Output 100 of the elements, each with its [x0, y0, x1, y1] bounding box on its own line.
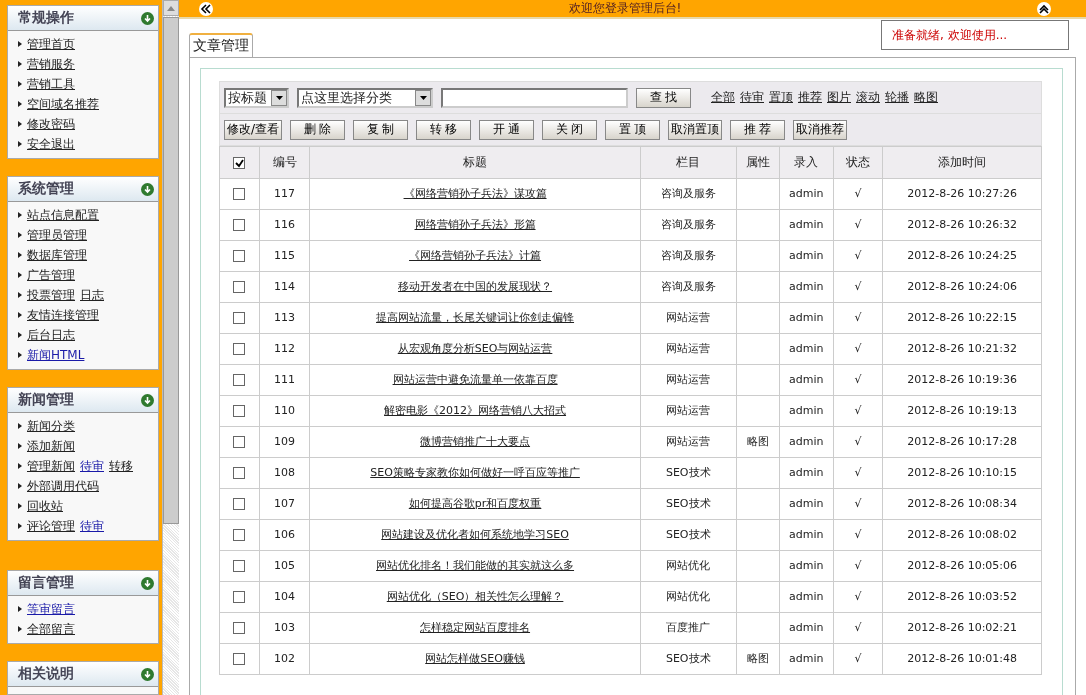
up-arrow-icon[interactable] [167, 5, 175, 11]
article-title-link[interactable]: 移动开发者在中国的发展现状？ [398, 280, 553, 293]
scrollbar[interactable] [162, 0, 179, 695]
table-cell: 网站运营 [666, 342, 711, 355]
row-checkbox[interactable] [233, 529, 246, 541]
filter-link[interactable]: 待审 [740, 89, 764, 106]
table-cell: 111 [274, 373, 296, 386]
filter-link[interactable]: 置顶 [769, 89, 793, 106]
action-button[interactable]: 复 制 [353, 119, 409, 140]
article-title-link[interactable]: 如何提高谷歌pr和百度权重 [408, 497, 542, 510]
sidebar-link[interactable]: 全部留言 [27, 620, 75, 638]
row-checkbox[interactable] [233, 653, 246, 665]
article-title-link[interactable]: 微博营销推广十大要点 [420, 435, 531, 448]
scrollbar-thumb[interactable] [163, 17, 179, 524]
sidebar-link[interactable]: 营销服务 [27, 55, 75, 73]
category-select[interactable]: 点这里选择分类 [297, 87, 433, 108]
filter-link[interactable]: 滚动 [856, 89, 880, 106]
article-title-link[interactable]: 怎样稳定网站百度排名 [420, 621, 531, 634]
dropdown-arrow-icon[interactable] [419, 95, 427, 100]
select-all-checkbox[interactable] [233, 157, 246, 169]
filter-link[interactable]: 图片 [827, 89, 851, 106]
filter-link[interactable]: 全部 [711, 89, 735, 106]
tab[interactable]: 文章管理 [189, 33, 253, 57]
collapse-icon[interactable] [1037, 1, 1051, 16]
action-button[interactable]: 置 顶 [605, 119, 661, 140]
article-title-link[interactable]: 网络营销孙子兵法》形篇 [414, 218, 536, 231]
table-cell: √ [854, 342, 862, 355]
table-cell: SEO技术 [665, 466, 711, 479]
filter-link[interactable]: 略图 [914, 89, 938, 106]
table-cell: √ [854, 249, 862, 262]
sidebar-link[interactable]: 修改密码 [27, 115, 75, 133]
column-header: 标题 [309, 146, 641, 179]
row-checkbox[interactable] [233, 219, 246, 231]
sidebar-link[interactable]: 空间域名推荐 [27, 95, 99, 113]
row-checkbox[interactable] [233, 250, 246, 262]
article-title-link[interactable]: 网站怎样做SEO赚钱 [425, 652, 525, 665]
article-title-link[interactable]: 从宏观角度分析SEO与网站运营 [397, 342, 553, 355]
action-button[interactable]: 删 除 [290, 119, 346, 140]
action-button[interactable]: 取消置顶 [668, 119, 723, 140]
sidebar-link[interactable]: 添加新闻 [27, 437, 75, 455]
row-checkbox[interactable] [233, 467, 246, 479]
down-arrow-icon[interactable] [141, 182, 154, 196]
sidebar-link[interactable]: 友情连接管理 [27, 306, 99, 324]
bullet-icon [18, 61, 22, 67]
sidebar-link[interactable]: 回收站 [27, 497, 63, 515]
row-checkbox[interactable] [233, 312, 246, 324]
action-button[interactable]: 开 通 [479, 119, 535, 140]
section-title: 常规操作 [18, 9, 74, 27]
article-title-link[interactable]: 《网络营销孙子兵法》计篇 [409, 249, 542, 262]
sidebar-link[interactable]: 新闻HTML [27, 346, 85, 364]
sidebar-link[interactable]: 评论管理 [27, 517, 75, 535]
sidebar-link[interactable]: 管理首页 [27, 35, 75, 53]
sidebar-link[interactable]: 广告管理 [27, 266, 75, 284]
row-checkbox[interactable] [233, 498, 246, 510]
sidebar-link[interactable]: 管理员管理 [27, 226, 87, 244]
sidebar-link[interactable]: 管理新闻 [27, 457, 75, 475]
action-button[interactable]: 修改/查看 [224, 119, 283, 140]
field-select[interactable]: 按标题 [224, 87, 289, 108]
table-cell: √ [854, 497, 862, 510]
sidebar-link[interactable]: 待审 [80, 517, 104, 535]
down-arrow-icon[interactable] [141, 393, 154, 407]
table-cell: admin [789, 559, 824, 572]
article-title-link[interactable]: 《网络营销孙子兵法》谋攻篇 [403, 187, 547, 200]
search-field[interactable] [441, 87, 628, 108]
table-cell: admin [789, 249, 824, 262]
row-checkbox[interactable] [233, 281, 246, 293]
row-checkbox[interactable] [233, 343, 246, 355]
row-checkbox[interactable] [233, 591, 246, 603]
down-arrow-icon[interactable] [141, 11, 154, 25]
table-cell: 网站运营 [666, 373, 711, 386]
row-checkbox[interactable] [233, 622, 246, 634]
sidebar-link[interactable]: 数据库管理 [27, 246, 87, 264]
down-arrow-icon[interactable] [141, 667, 154, 681]
sidebar-link[interactable]: 等审留言 [27, 600, 75, 618]
row-checkbox[interactable] [233, 405, 246, 417]
action-button[interactable]: 关 闭 [542, 119, 598, 140]
action-button[interactable]: 取消推荐 [793, 119, 848, 140]
action-button[interactable]: 推 荐 [730, 119, 786, 140]
search-button[interactable]: 查 找 [636, 87, 691, 108]
sidebar-link[interactable]: 新闻分类 [27, 417, 75, 435]
sidebar-link[interactable]: 转移 [109, 457, 133, 475]
sidebar-link[interactable]: 安全退出 [27, 135, 75, 153]
sidebar-link[interactable]: 投票管理 [27, 286, 75, 304]
down-arrow-icon[interactable] [141, 576, 154, 590]
row-checkbox[interactable] [233, 436, 246, 448]
sidebar-link[interactable]: 站点信息配置 [27, 206, 99, 224]
row-checkbox[interactable] [233, 374, 246, 386]
action-button[interactable]: 转 移 [416, 119, 472, 140]
filter-link[interactable]: 推荐 [798, 89, 822, 106]
bullet-icon [18, 352, 22, 358]
back-icon[interactable] [199, 1, 213, 16]
filter-link[interactable]: 轮播 [885, 89, 909, 106]
dropdown-arrow-icon[interactable] [275, 95, 283, 100]
sidebar-link[interactable]: 外部调用代码 [27, 477, 99, 495]
sidebar-link[interactable]: 待审 [80, 457, 104, 475]
row-checkbox[interactable] [233, 560, 246, 572]
row-checkbox[interactable] [233, 188, 246, 200]
sidebar-link[interactable]: 日志 [80, 286, 104, 304]
sidebar-link[interactable]: 后台日志 [27, 326, 75, 344]
sidebar-link[interactable]: 营销工具 [27, 75, 75, 93]
